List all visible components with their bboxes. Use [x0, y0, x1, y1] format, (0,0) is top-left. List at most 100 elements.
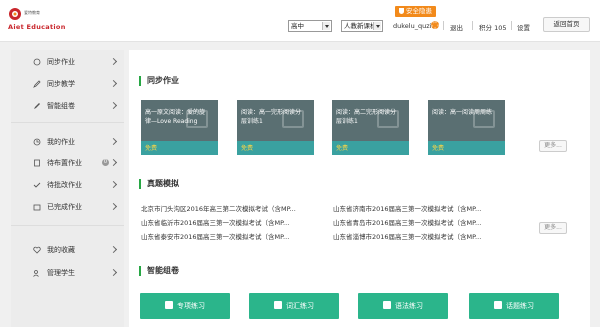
chevron-right-icon	[109, 57, 118, 66]
sidebar-item-sync-homework[interactable]: 同步作业	[11, 53, 124, 71]
sidebar-item-pending-grade[interactable]: 待批改作业	[11, 176, 124, 194]
sidebar-item-label: 我的收藏	[47, 246, 75, 254]
card-icon	[494, 301, 502, 309]
sidebar-item-sync-teaching[interactable]: 同步教学	[11, 75, 124, 93]
check-icon	[33, 182, 41, 188]
home-button[interactable]: 返回首页	[543, 17, 590, 32]
chevron-right-icon	[109, 158, 118, 167]
chevron-right-icon	[109, 101, 118, 110]
section-title-smart-paper: 智能组卷	[139, 266, 179, 276]
sidebar-item-pending-assign[interactable]: 待布置作业 0	[11, 154, 124, 172]
textbook-select[interactable]: 人教新课标	[341, 20, 383, 32]
sidebar-divider	[11, 225, 124, 226]
vocabulary-practice-button[interactable]: 词汇练习	[249, 293, 339, 319]
exam-link[interactable]: 山东省淄博市2016届高三第一次模拟考试（含MP...	[333, 231, 525, 241]
logo-icon	[9, 8, 21, 20]
homework-card[interactable]: 阅读：高一阅读周周练 免费	[428, 100, 505, 155]
sidebar: 同步作业 同步教学 智能组卷 我的作业 待布置作业 0 待批改作业 已完成作业 …	[11, 50, 124, 327]
settings-link[interactable]: 设置	[517, 22, 530, 32]
chevron-right-icon	[109, 202, 118, 211]
free-tag: 免费	[432, 145, 445, 152]
card-title: 阅读：高一完形阅读分层训练1	[241, 109, 302, 125]
free-tag: 免费	[145, 145, 158, 152]
sidebar-item-label: 待布置作业	[47, 159, 82, 167]
shield-icon	[399, 8, 404, 14]
exam-row: 山东省临沂市2016届高三第一次模拟考试（含MP... 山东省青岛市2016届高三…	[141, 217, 525, 227]
sidebar-item-label: 待批改作业	[47, 181, 82, 189]
exam-row: 山东省泰安市2016届高三第一次模拟考试（含MP... 山东省淄博市2016届高三…	[141, 231, 525, 241]
card-title: 阅读：高一阅读周周练	[432, 109, 493, 116]
textbook-select-value: 人教新课标	[344, 22, 377, 30]
subject-practice-button[interactable]: 话题练习	[469, 293, 559, 319]
count-badge: 0	[102, 159, 109, 166]
grammar-practice-button[interactable]: 语法练习	[358, 293, 448, 319]
chevron-right-icon	[109, 180, 118, 189]
cup-icon	[274, 301, 282, 309]
username[interactable]: dukelu_quzi	[393, 22, 431, 30]
top-header: 爱特教育 Aiet Education 安全隐患 高中 人教新课标 dukelu…	[0, 0, 600, 42]
puzzle-icon	[165, 301, 173, 309]
exam-link[interactable]: 山东省济南市2016届高三第一次模拟考试（含MP...	[333, 203, 525, 213]
sidebar-item-smart-paper[interactable]: 智能组卷	[11, 97, 124, 115]
divider	[443, 21, 444, 30]
sidebar-item-label: 同步作业	[47, 58, 75, 66]
chevron-down-icon	[322, 22, 330, 30]
free-tag: 免费	[336, 145, 349, 152]
divider	[511, 21, 512, 30]
security-alert-label: 安全隐患	[406, 7, 432, 15]
free-tag: 免费	[241, 145, 254, 152]
chevron-right-icon	[109, 79, 118, 88]
sidebar-item-favorites[interactable]: 我的收藏	[11, 241, 124, 259]
grade-select-value: 高中	[291, 22, 304, 30]
logout-link[interactable]: 退出	[450, 22, 463, 32]
card-title: 高一原文阅读：爱的旋律—Love Reading	[145, 109, 206, 125]
heart-icon	[33, 246, 41, 254]
stamp-icon	[383, 301, 391, 309]
refresh-icon	[33, 58, 41, 66]
card-title: 阅读：高二完形阅读分层训练1	[336, 109, 397, 125]
chevron-right-icon	[109, 245, 118, 254]
logo-subtitle: 爱特教育	[24, 10, 40, 15]
security-alert-button[interactable]: 安全隐患	[395, 6, 436, 17]
button-label: 词汇练习	[286, 302, 314, 310]
button-label: 语法练习	[395, 302, 423, 310]
homework-card[interactable]: 阅读：高一完形阅读分层训练1 免费	[237, 100, 314, 155]
exam-link[interactable]: 山东省泰安市2016届高三第一次模拟考试（含MP...	[141, 231, 333, 241]
points-link[interactable]: 积分 105	[479, 22, 506, 32]
more-homework-button[interactable]: 更多...	[539, 140, 567, 152]
pencil-icon	[33, 80, 41, 88]
topic-practice-button[interactable]: 专项练习	[140, 293, 230, 319]
exam-row: 北京市门头沟区2016年高三第二次模拟考试（含MP... 山东省济南市2016届高…	[141, 203, 525, 213]
logo[interactable]: 爱特教育 Aiet Education	[8, 7, 65, 35]
more-exams-button[interactable]: 更多...	[539, 222, 567, 234]
sidebar-divider	[11, 122, 124, 123]
exam-link[interactable]: 山东省临沂市2016届高三第一次模拟考试（含MP...	[141, 217, 333, 227]
chevron-right-icon	[109, 268, 118, 277]
sidebar-item-label: 我的作业	[47, 138, 75, 146]
document-icon	[34, 159, 40, 167]
divider	[472, 21, 473, 30]
sidebar-item-label: 管理学生	[47, 269, 75, 277]
sidebar-item-my-homework[interactable]: 我的作业	[11, 133, 124, 151]
gear-icon[interactable]	[431, 21, 439, 29]
grade-select[interactable]: 高中	[288, 20, 332, 32]
chevron-right-icon	[109, 137, 118, 146]
edit-icon	[34, 103, 40, 109]
chevron-down-icon	[373, 22, 381, 30]
sidebar-item-manage-students[interactable]: 管理学生	[11, 264, 124, 282]
sidebar-item-label: 智能组卷	[47, 102, 75, 110]
section-title-real-exams: 真题模拟	[139, 179, 179, 189]
main-panel: 同步作业 高一原文阅读：爱的旋律—Love Reading 免费 阅读：高一完形…	[129, 50, 590, 327]
folder-icon	[33, 204, 41, 211]
sidebar-item-label: 同步教学	[47, 80, 75, 88]
sidebar-item-completed[interactable]: 已完成作业	[11, 198, 124, 216]
logo-text: Aiet Education	[8, 23, 66, 31]
button-label: 专项练习	[177, 302, 205, 310]
exam-link[interactable]: 山东省青岛市2016届高三第一次模拟考试（含MP...	[333, 217, 525, 227]
exam-link[interactable]: 北京市门头沟区2016年高三第二次模拟考试（含MP...	[141, 203, 333, 213]
homework-icon	[33, 138, 41, 146]
button-label: 话题练习	[506, 302, 534, 310]
homework-card[interactable]: 高一原文阅读：爱的旋律—Love Reading 免费	[141, 100, 218, 155]
homework-card[interactable]: 阅读：高二完形阅读分层训练1 免费	[332, 100, 409, 155]
section-title-sync-homework: 同步作业	[139, 76, 179, 86]
